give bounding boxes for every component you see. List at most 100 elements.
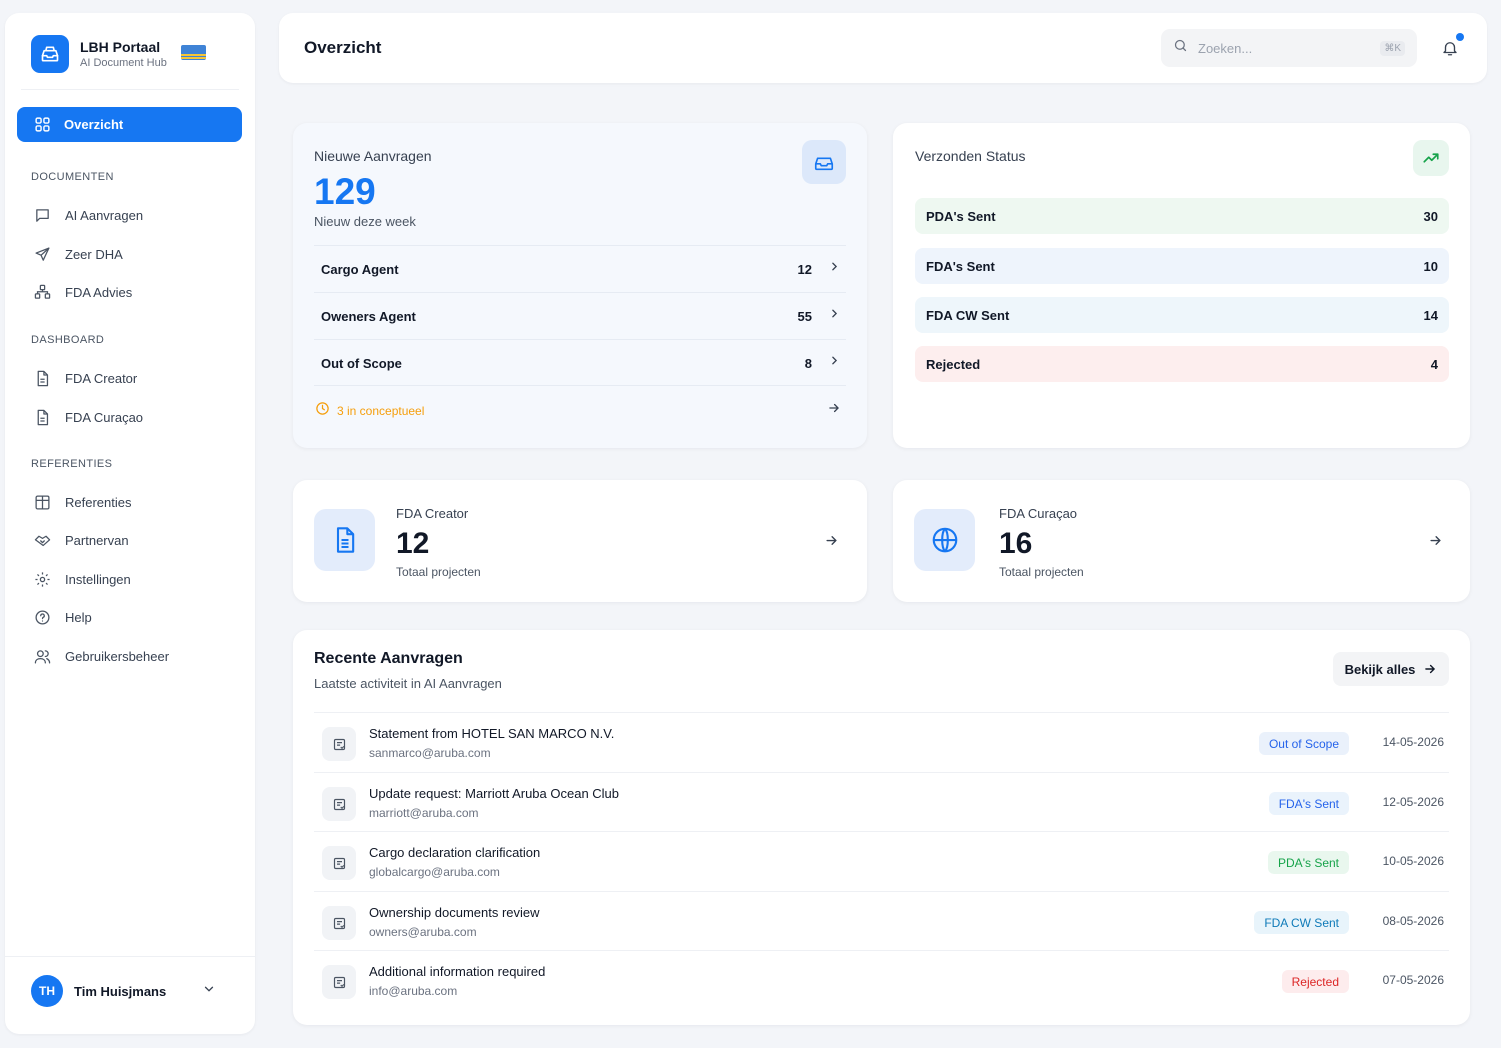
request-subject: Cargo declaration clarification: [369, 845, 541, 860]
request-email: globalcargo@aruba.com: [369, 865, 500, 879]
status-count: 14: [1423, 307, 1438, 323]
chevron-down-icon[interactable]: [202, 982, 216, 1001]
avatar: TH: [31, 975, 63, 1007]
sidebar-item-fda-curacao[interactable]: FDA Curaçao: [17, 401, 242, 433]
sidebar-item-zeer-dha[interactable]: Zeer DHA: [17, 238, 242, 270]
sidebar-item-label: Referenties: [65, 494, 132, 510]
button-label: Bekijk alles: [1344, 661, 1416, 677]
search-icon: [1173, 38, 1188, 58]
sidebar-item-gebruikersbeheer[interactable]: Gebruikersbeheer: [17, 640, 242, 672]
request-date: 08-05-2026: [1382, 914, 1444, 928]
sidebar: LBH Portaal AI Document Hub Overzicht DO…: [5, 13, 255, 1034]
list-item[interactable]: Out of Scope 8: [314, 339, 846, 386]
request-date: 14-05-2026: [1382, 735, 1444, 749]
sidebar-item-label: FDA Curaçao: [65, 409, 144, 425]
draft-link[interactable]: 3 in conceptueel: [314, 385, 846, 435]
request-date: 07-05-2026: [1382, 973, 1444, 987]
bell-icon[interactable]: [1441, 39, 1459, 62]
file-text-icon: [34, 409, 52, 426]
search-input[interactable]: Zoeken... ⌘K: [1161, 29, 1417, 67]
arrow-right-icon[interactable]: [1428, 533, 1443, 553]
inbox-logo-icon: [31, 35, 69, 73]
list-item[interactable]: Oweners Agent 55: [314, 292, 846, 339]
recent-requests-card: Recente Aanvragen Laatste activiteit in …: [293, 630, 1470, 1025]
sidebar-item-partnervan[interactable]: Partnervan: [17, 524, 242, 556]
card-sublabel: Nieuw deze week: [314, 214, 416, 229]
chevron-right-icon: [828, 260, 841, 278]
status-badge: PDA's Sent: [1268, 851, 1349, 874]
table-row[interactable]: Ownership documents review owners@aruba.…: [314, 891, 1449, 950]
gear-icon: [34, 571, 52, 588]
sidebar-item-label: Overzicht: [64, 117, 124, 132]
status-label: PDA's Sent: [926, 208, 996, 224]
user-menu[interactable]: TH Tim Huisjmans: [31, 975, 216, 1007]
sidebar-item-help[interactable]: Help: [17, 601, 242, 633]
view-all-button[interactable]: Bekijk alles: [1333, 652, 1449, 686]
divider: [21, 89, 239, 90]
users-icon: [34, 648, 52, 665]
table-row[interactable]: Update request: Marriott Aruba Ocean Clu…: [314, 772, 1449, 831]
section-referenties: REFERENTIES: [31, 458, 113, 470]
status-badge: FDA's Sent: [1268, 792, 1349, 815]
grid-icon: [34, 116, 51, 133]
sidebar-item-label: AI Aanvragen: [65, 207, 144, 223]
sidebar-item-fda-advies[interactable]: FDA Advies: [17, 276, 242, 308]
sidebar-item-referenties[interactable]: Referenties: [17, 486, 242, 518]
status-row-fda-cw[interactable]: FDA CW Sent 14: [915, 297, 1449, 333]
request-email: sanmarco@aruba.com: [369, 746, 491, 760]
sidebar-item-fda-creator[interactable]: FDA Creator: [17, 362, 242, 394]
notification-dot: [1456, 33, 1464, 41]
draft-count: 3 in conceptueel: [337, 403, 425, 418]
file-text-icon: [34, 370, 52, 387]
card-label: FDA Curaçao: [999, 506, 1078, 521]
arrow-right-icon[interactable]: [824, 533, 839, 553]
fda-curacao-card[interactable]: FDA Curaçao 16 Totaal projecten: [893, 480, 1470, 602]
status-row-fda[interactable]: FDA's Sent 10: [915, 248, 1449, 284]
sidebar-item-label: FDA Creator: [65, 370, 138, 386]
table-row[interactable]: Additional information required info@aru…: [314, 950, 1449, 1009]
mail-document-icon: [322, 906, 356, 940]
status-badge: FDA CW Sent: [1254, 911, 1349, 934]
help-circle-icon: [34, 609, 52, 626]
user-name: Tim Huisjmans: [74, 983, 167, 999]
table-row[interactable]: Statement from HOTEL SAN MARCO N.V. sanm…: [314, 712, 1449, 771]
row-count: 8: [804, 355, 812, 371]
sidebar-item-label: FDA Advies: [65, 284, 133, 300]
page-title: Overzicht: [304, 38, 382, 57]
status-count: 30: [1423, 208, 1438, 224]
sidebar-item-label: Partnervan: [65, 532, 129, 548]
card-label: Verzonden Status: [915, 148, 1026, 164]
chevron-right-icon: [828, 354, 841, 372]
project-count: 12: [396, 527, 430, 560]
request-subject: Ownership documents review: [369, 905, 540, 920]
clock-icon: [315, 401, 330, 421]
section-dashboard: DASHBOARD: [31, 334, 105, 346]
chevron-right-icon: [828, 307, 841, 325]
sidebar-item-ai-aanvragen[interactable]: AI Aanvragen: [17, 199, 242, 231]
shortcut-badge: ⌘K: [1380, 40, 1405, 56]
status-count: 4: [1430, 356, 1438, 372]
card-label: Nieuwe Aanvragen: [314, 148, 432, 164]
sidebar-item-instellingen[interactable]: Instellingen: [17, 563, 242, 595]
mail-document-icon: [322, 787, 356, 821]
request-subject: Update request: Marriott Aruba Ocean Clu…: [369, 786, 620, 801]
request-email: marriott@aruba.com: [369, 806, 479, 820]
card-label: FDA Creator: [396, 506, 469, 521]
sidebar-item-label: Gebruikersbeheer: [65, 648, 170, 664]
fda-creator-card[interactable]: FDA Creator 12 Totaal projecten: [293, 480, 867, 602]
status-row-pda[interactable]: PDA's Sent 30: [915, 198, 1449, 234]
sidebar-item-overzicht[interactable]: Overzicht: [17, 107, 242, 142]
sidebar-item-label: Help: [65, 609, 92, 625]
list-item[interactable]: Cargo Agent 12: [314, 245, 846, 292]
new-requests-card: Nieuwe Aanvragen 129 Nieuw deze week Car…: [293, 123, 867, 448]
status-row-rejected[interactable]: Rejected 4: [915, 346, 1449, 382]
brand[interactable]: LBH Portaal AI Document Hub: [31, 35, 167, 73]
handshake-icon: [34, 532, 52, 549]
arrow-right-icon: [827, 401, 841, 420]
message-square-icon: [34, 207, 52, 224]
status-label: FDA's Sent: [926, 258, 995, 274]
request-subject: Additional information required: [369, 964, 546, 979]
request-date: 12-05-2026: [1382, 795, 1444, 809]
card-sublabel: Totaal projecten: [999, 565, 1084, 579]
table-row[interactable]: Cargo declaration clarification globalca…: [314, 831, 1449, 890]
